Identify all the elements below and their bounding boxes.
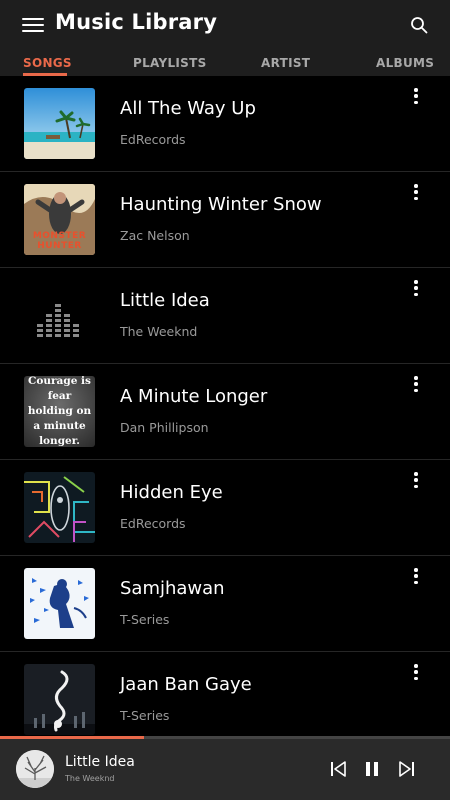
more-options-icon[interactable] <box>412 472 420 488</box>
album-art <box>24 472 95 543</box>
album-art <box>24 88 95 159</box>
menu-icon[interactable] <box>22 14 44 36</box>
song-artist: EdRecords <box>120 132 186 147</box>
song-artist: Zac Nelson <box>120 228 190 243</box>
song-artist: The Weeknd <box>120 324 198 339</box>
album-art-text: MONSTER HUNTER <box>32 231 87 251</box>
song-row[interactable]: Little Idea The Weeknd <box>0 268 450 364</box>
song-title: Haunting Winter Snow <box>120 194 322 215</box>
song-artist: T-Series <box>120 612 170 627</box>
page-title: Music Library <box>55 10 218 34</box>
song-title: A Minute Longer <box>120 386 268 407</box>
album-art: MONSTER HUNTER <box>24 184 95 255</box>
song-row[interactable]: Jaan Ban Gaye T-Series <box>0 652 450 736</box>
tab-songs[interactable]: SONGS <box>23 56 72 70</box>
pause-icon[interactable] <box>363 760 381 778</box>
app-header: Music Library SONGS PLAYLISTS ARTIST ALB… <box>0 0 450 76</box>
song-title: Little Idea <box>120 290 210 311</box>
now-playing-art <box>16 750 54 788</box>
tab-artist[interactable]: ARTIST <box>261 56 310 70</box>
song-row[interactable]: All The Way Up EdRecords <box>0 76 450 172</box>
song-artist: T-Series <box>120 708 170 723</box>
mini-player[interactable]: Little Idea The Weeknd <box>0 736 450 800</box>
album-art-text: Courage is fear holding on a minute long… <box>27 376 92 447</box>
more-options-icon[interactable] <box>412 184 420 200</box>
more-options-icon[interactable] <box>412 568 420 584</box>
skip-previous-icon[interactable] <box>329 760 347 778</box>
album-art-placeholder <box>24 280 95 351</box>
now-playing-title: Little Idea <box>65 754 135 770</box>
song-title: Samjhawan <box>120 578 225 599</box>
more-options-icon[interactable] <box>412 664 420 680</box>
song-row[interactable]: Courage is fear holding on a minute long… <box>0 364 450 460</box>
song-row[interactable]: MONSTER HUNTER Haunting Winter Snow Zac … <box>0 172 450 268</box>
album-art <box>24 568 95 639</box>
song-title: All The Way Up <box>120 98 256 119</box>
song-list[interactable]: All The Way Up EdRecords MONSTER HUNTER … <box>0 76 450 736</box>
more-options-icon[interactable] <box>412 376 420 392</box>
more-options-icon[interactable] <box>412 88 420 104</box>
song-row[interactable]: Samjhawan T-Series <box>0 556 450 652</box>
song-title: Jaan Ban Gaye <box>120 674 252 695</box>
now-playing-artist: The Weeknd <box>65 774 115 783</box>
song-artist: Dan Phillipson <box>120 420 209 435</box>
song-artist: EdRecords <box>120 516 186 531</box>
song-row[interactable]: Hidden Eye EdRecords <box>0 460 450 556</box>
tab-albums[interactable]: ALBUMS <box>376 56 434 70</box>
album-art <box>24 664 95 735</box>
album-art: Courage is fear holding on a minute long… <box>24 376 95 447</box>
skip-next-icon[interactable] <box>398 760 416 778</box>
playback-progress-bar[interactable] <box>0 736 450 739</box>
search-icon[interactable] <box>410 16 428 34</box>
tab-bar: SONGS PLAYLISTS ARTIST ALBUMS <box>0 50 450 76</box>
song-title: Hidden Eye <box>120 482 223 503</box>
tab-playlists[interactable]: PLAYLISTS <box>133 56 207 70</box>
playback-progress-fill <box>0 736 144 739</box>
more-options-icon[interactable] <box>412 280 420 296</box>
